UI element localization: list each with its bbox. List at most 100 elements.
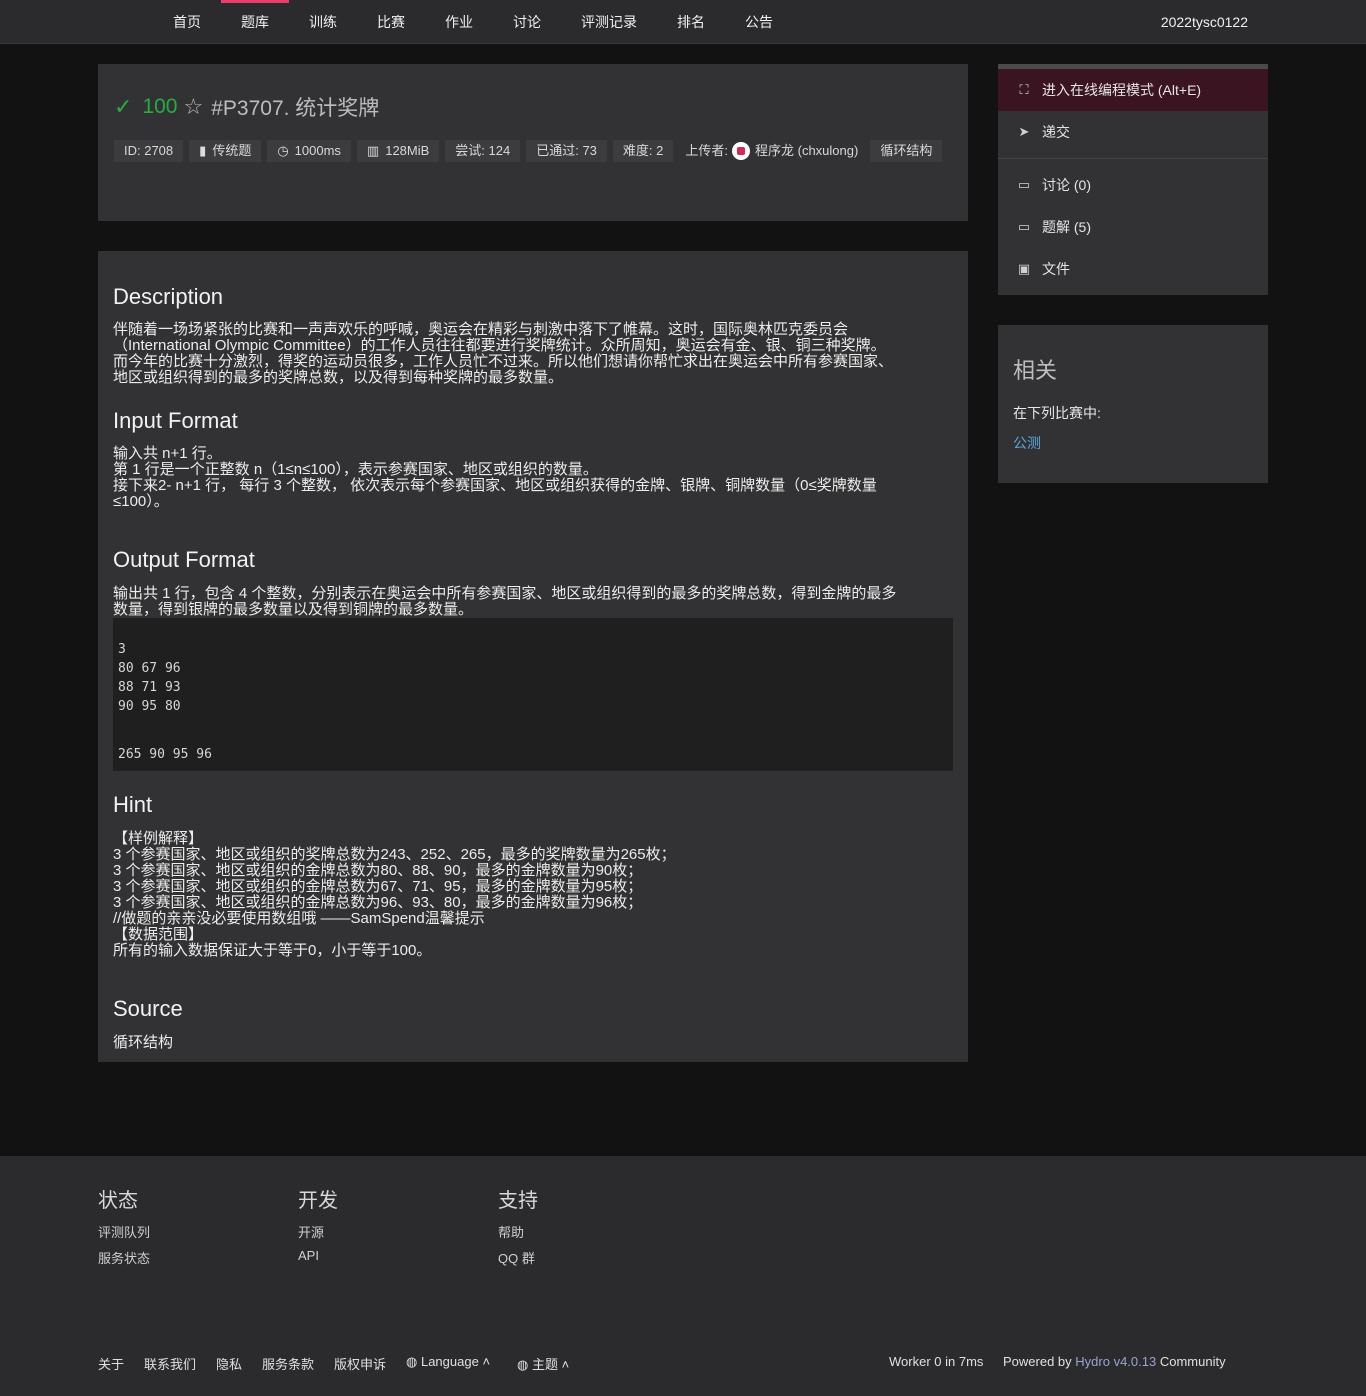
footer-link-terms[interactable]: 服务条款 <box>262 1354 314 1373</box>
passed-count-tag: 已通过: 73 <box>526 140 607 162</box>
text-line: 第 1 行是一个正整数 n（1≤n≤100），表示参赛国家、地区或组织的数量。 <box>113 461 598 478</box>
text-line: 【样例解释】 <box>113 830 204 847</box>
text-line: 3 个参赛国家、地区或组织的奖牌总数为243、252、265，最多的奖牌数量为2… <box>113 846 676 863</box>
powered-prefix: Powered by <box>1003 1354 1072 1369</box>
comment-icon: ▭ <box>1017 177 1031 192</box>
difficulty-tag: 难度: 2 <box>612 140 674 162</box>
description-text: 伴随着一场场紧张的比赛和一声声欢乐的呼喊，奥运会在精彩与刺激中落下了帷幕。这时，… <box>113 322 958 386</box>
text-line: （International Olympic Committee）的工作人员往往… <box>113 337 886 354</box>
code-spacer <box>118 716 948 745</box>
solutions-label: 题解 (5) <box>1042 219 1091 235</box>
hydro-link[interactable]: Hydro v4.0.13 <box>1075 1354 1156 1369</box>
nav-homework[interactable]: 作业 <box>438 0 480 44</box>
sample-input-line: 3 <box>118 642 126 657</box>
nav-discussion[interactable]: 讨论 <box>506 0 548 44</box>
footer-link-service-status[interactable]: 服务状态 <box>98 1248 150 1267</box>
globe-icon: ◍ <box>406 1354 418 1369</box>
footer-link-opensource[interactable]: 开源 <box>298 1222 324 1241</box>
divider <box>998 158 1268 159</box>
related-panel: 相关 在下列比赛中: 公测 <box>998 325 1268 483</box>
ide-mode-button[interactable]: ⛶ 进入在线编程模式 (Alt+E) <box>998 69 1268 111</box>
footer-status-heading: 状态 <box>98 1190 138 1212</box>
discussion-label: 讨论 (0) <box>1042 177 1091 193</box>
related-title: 相关 <box>1013 358 1058 383</box>
nav-records[interactable]: 评测记录 <box>574 0 644 44</box>
problem-score[interactable]: 100 <box>142 95 177 119</box>
footer-link-privacy[interactable]: 隐私 <box>216 1354 242 1373</box>
time-limit-tag: ◷ 1000ms <box>267 140 351 162</box>
problem-title: #P3707. 统计奖牌 <box>211 97 380 120</box>
footer-link-copyright[interactable]: 版权申诉 <box>334 1354 386 1373</box>
footer-link-judge-queue[interactable]: 评测队列 <box>98 1222 150 1241</box>
solutions-link[interactable]: ▭ 题解 (5) <box>998 206 1268 248</box>
text-line: ≤100）。 <box>113 493 169 510</box>
book-icon: ▮ <box>199 143 207 158</box>
nav-training[interactable]: 训练 <box>302 0 344 44</box>
stopwatch-icon: ◷ <box>277 143 289 158</box>
sample-output-line: 265 90 95 96 <box>118 747 212 762</box>
discussion-link[interactable]: ▭ 讨论 (0) <box>998 164 1268 206</box>
problem-actions-panel: ⛶ 进入在线编程模式 (Alt+E) ➤ 递交 ▭ 讨论 (0) ▭ 题解 (5… <box>998 64 1268 295</box>
footer-link-about[interactable]: 关于 <box>98 1354 124 1373</box>
submit-label: 递交 <box>1042 124 1070 140</box>
problem-id-tag: ID: 2708 <box>114 140 184 162</box>
footer-link-help[interactable]: 帮助 <box>498 1222 524 1241</box>
powered-by: Powered by Hydro v4.0.13 Community <box>1003 1354 1226 1369</box>
avatar[interactable] <box>732 142 750 160</box>
output-format-text: 输出共 1 行，包含 4 个整数，分别表示在奥运会中所有参赛国家、地区或组织得到… <box>113 586 958 618</box>
top-navbar: 首页 题库 训练 比赛 作业 讨论 评测记录 排名 公告 2022tysc012… <box>0 0 1366 44</box>
text-line: 数量，得到银牌的最多数量以及得到铜牌的最多数量。 <box>113 601 474 618</box>
tried-count-tag: 尝试: 124 <box>445 140 521 162</box>
memory-icon: ▥ <box>366 143 380 158</box>
source-text[interactable]: 循环结构 <box>113 1035 958 1051</box>
sample-input-line: 88 71 93 <box>118 680 181 695</box>
text-line: 【数据范围】 <box>113 926 204 943</box>
uploader-label: 上传者: <box>685 143 728 158</box>
text-line: //做题的亲亲没必要使用数组哦 ——SamSpend温馨提示 <box>113 910 485 927</box>
uploader-tag: 上传者: 程序龙 (chxulong) <box>679 140 864 162</box>
sample-code-block[interactable]: 3 80 67 96 88 71 93 90 95 80 265 90 95 9… <box>113 618 953 771</box>
hint-heading: Hint <box>113 792 153 817</box>
nav-contests[interactable]: 比赛 <box>370 0 412 44</box>
uploader-link[interactable]: 程序龙 (chxulong) <box>755 140 858 162</box>
related-subtitle: 在下列比赛中: <box>1013 405 1101 421</box>
footer-link-contact[interactable]: 联系我们 <box>144 1354 196 1373</box>
theme-selector[interactable]: ◍ 主题 ˄ <box>517 1354 569 1373</box>
language-selector[interactable]: ◍ Language ˄ <box>406 1354 490 1370</box>
files-link[interactable]: ▣ 文件 <box>998 248 1268 290</box>
footer-dev-heading: 开发 <box>298 1190 338 1212</box>
text-line: 伴随着一场场紧张的比赛和一声声欢乐的呼喊，奥运会在精彩与刺激中落下了帷幕。这时，… <box>113 321 849 338</box>
footer-support-heading: 支持 <box>498 1190 538 1212</box>
nav-home[interactable]: 首页 <box>166 0 208 44</box>
footer-link-qq-group[interactable]: QQ 群 <box>498 1248 535 1267</box>
theme-label: 主题 <box>531 1357 558 1372</box>
sample-input-line: 90 95 80 <box>118 699 181 714</box>
image-file-icon: ▣ <box>1017 261 1031 276</box>
chevron-up-icon: ˄ <box>561 1357 570 1372</box>
problem-type-label: 传统题 <box>212 143 252 158</box>
check-icon: ✓ <box>114 94 133 119</box>
files-label: 文件 <box>1042 261 1070 277</box>
nav-announcements[interactable]: 公告 <box>738 0 780 44</box>
star-icon[interactable]: ☆ <box>183 94 203 120</box>
footer-link-api[interactable]: API <box>298 1248 319 1263</box>
nav-problems[interactable]: 题库 <box>221 0 289 44</box>
sample-input-line: 80 67 96 <box>118 661 181 676</box>
ide-mode-label: 进入在线编程模式 (Alt+E) <box>1042 82 1202 98</box>
memory-limit-tag: ▥ 128MiB <box>356 140 440 162</box>
text-line: 而今年的比赛十分激烈，得奖的运动员很多，工作人员忙不过来。所以他们想请你帮忙求出… <box>113 353 894 370</box>
related-contest-link[interactable]: 公测 <box>1013 433 1041 453</box>
text-line: 3 个参赛国家、地区或组织的金牌总数为67、71、95，最多的金牌数量为95枚； <box>113 878 643 895</box>
time-limit-label: 1000ms <box>294 143 341 158</box>
language-label: Language <box>420 1354 479 1369</box>
input-format-text: 输入共 n+1 行。 第 1 行是一个正整数 n（1≤n≤100），表示参赛国家… <box>113 446 958 510</box>
text-line: 地区或组织得到的最多的奖牌总数，以及得到每种奖牌的最多数量。 <box>113 369 564 386</box>
nav-ranking[interactable]: 排名 <box>670 0 712 44</box>
user-menu[interactable]: 2022tysc0122 <box>1161 0 1248 44</box>
submit-button[interactable]: ➤ 递交 <box>998 111 1268 153</box>
problem-title-row: ✓ 100 ☆ #P3707. 统计奖牌 <box>114 92 379 122</box>
category-tag[interactable]: 循环结构 <box>870 140 943 162</box>
input-format-heading: Input Format <box>113 408 238 433</box>
powered-suffix: Community <box>1159 1354 1226 1369</box>
text-line: 所有的输入数据保证大于等于0，小于等于100。 <box>113 942 432 959</box>
